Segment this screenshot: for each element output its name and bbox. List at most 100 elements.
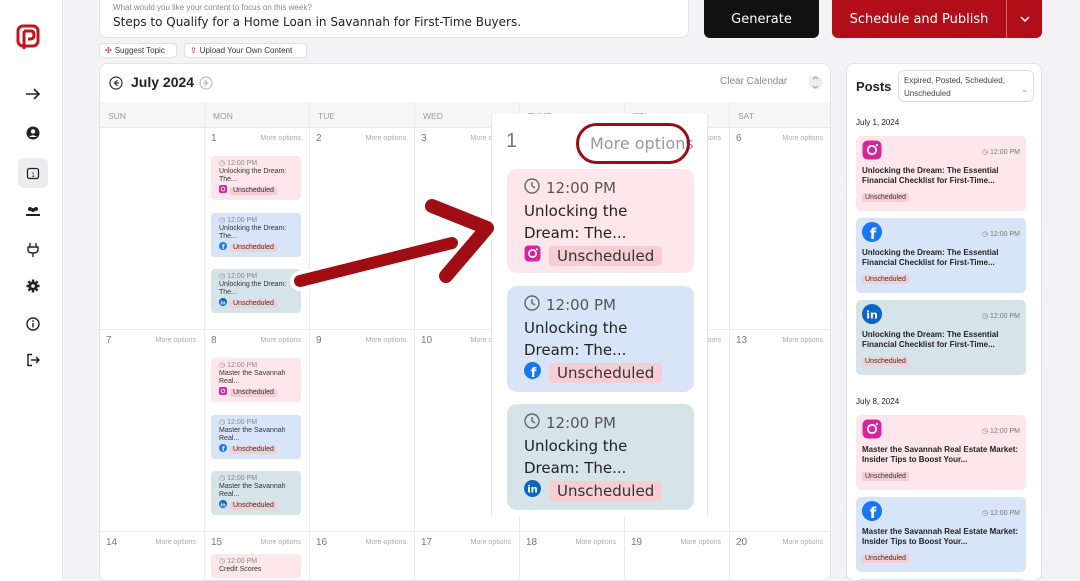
prompt-input[interactable]: Steps to Qualify for a Home Loan in Sava…: [113, 15, 675, 29]
post-card[interactable]: ◷ 12:00 PM Unlocking the Dream: The... fU…: [211, 213, 301, 257]
post-list-item[interactable]: f ◷ 12:00 PM Unlocking the Dream: The Esse…: [856, 218, 1026, 293]
gear-icon[interactable]: [21, 274, 45, 298]
clock-icon: ◷: [219, 160, 226, 167]
day-cell-20[interactable]: 20 More options: [730, 532, 830, 580]
left-sidebar: 1: [0, 0, 63, 581]
user-circle-icon[interactable]: [21, 121, 45, 145]
zoom-post-title-line2: Dream: The...: [524, 224, 627, 242]
more-options-link[interactable]: More options: [156, 539, 196, 546]
zoom-status-badge: Unscheduled: [549, 245, 663, 266]
more-options-link[interactable]: More options: [783, 135, 823, 142]
more-options-link[interactable]: More options: [783, 539, 823, 546]
more-options-link[interactable]: More options: [261, 337, 301, 344]
more-options-link[interactable]: More options: [156, 337, 196, 344]
chevron-down-icon[interactable]: [1007, 16, 1042, 22]
sparkle-icon: ✣: [105, 46, 112, 55]
zoom-post-card[interactable]: 12:00 PM Unlocking the Dream: The... Uns…: [507, 169, 694, 273]
day-cell-17[interactable]: 17 More options: [415, 532, 520, 580]
day-cell-2[interactable]: 2 More options: [310, 128, 415, 330]
svg-text:f: f: [222, 244, 225, 250]
more-options-link[interactable]: More options: [366, 135, 406, 142]
more-options-link[interactable]: More options: [681, 539, 721, 546]
prev-month-icon[interactable]: [109, 76, 123, 95]
day-cell-13[interactable]: 13 More options: [730, 330, 830, 532]
zoom-post-card[interactable]: 12:00 PM Unlocking the Dream: The... f Un…: [507, 286, 694, 392]
day-number: 19: [631, 537, 643, 548]
day-number: 3: [421, 133, 427, 144]
logo-icon[interactable]: [15, 24, 43, 57]
clear-calendar-button[interactable]: Clear Calendar: [720, 76, 787, 87]
post-time: 12:00 PM: [227, 273, 258, 280]
plug-icon[interactable]: [21, 238, 45, 262]
clock-icon: [524, 295, 540, 315]
day-cell-8[interactable]: 8 More options ◷ 12:00 PM Master the Sava…: [205, 330, 310, 532]
post-title: Unlocking the Dream: The...: [219, 225, 287, 240]
zoom-post-card[interactable]: 12:00 PM Unlocking the Dream: The... in U…: [507, 404, 694, 510]
next-month-icon[interactable]: [199, 76, 213, 95]
post-title: Credit Scores: [219, 566, 262, 573]
clock-icon: ◷: [219, 273, 226, 280]
info-icon[interactable]: [21, 312, 45, 336]
zoom-post-title-line2: Dream: The...: [524, 459, 627, 477]
post-card[interactable]: ◷ 12:00 PM Unlocking the Dream: The... in…: [211, 269, 301, 313]
more-options-link[interactable]: More options: [261, 539, 301, 546]
arrow-right-icon[interactable]: [21, 82, 45, 106]
day-cell-1[interactable]: 1 More options ◷ 12:00 PM Unlocking the D…: [205, 128, 310, 330]
day-cell-18[interactable]: 18 More options: [520, 532, 625, 580]
day-cell-15[interactable]: 15 More options ◷ 12:00 PM Credit Scores: [205, 532, 310, 580]
status-filter-select[interactable]: Expired, Posted, Scheduled, Unscheduled …: [898, 70, 1034, 102]
more-options-link[interactable]: More options: [261, 135, 301, 142]
post-list-item[interactable]: f ◷ 12:00 PM Master the Savannah Real Esta…: [856, 497, 1026, 572]
linkedin-icon: in: [862, 303, 882, 329]
post-card[interactable]: ◷ 12:00 PM Unlocking the Dream: The... Un…: [211, 156, 301, 200]
post-time: 12:00 PM: [990, 230, 1020, 238]
more-options-link[interactable]: More options: [576, 539, 616, 546]
day-number: 15: [211, 537, 223, 548]
generate-button[interactable]: Generate: [704, 0, 819, 38]
svg-text:f: f: [531, 366, 537, 379]
schedule-publish-button[interactable]: Schedule and Publish: [832, 0, 1042, 38]
expand-icon[interactable]: [808, 75, 823, 95]
more-options-link[interactable]: More options: [471, 539, 511, 546]
more-options-link[interactable]: More options: [366, 539, 406, 546]
post-card[interactable]: ◷ 12:00 PM Master the Savannah Real... Un…: [211, 358, 301, 402]
content-prompt[interactable]: What would you like your content to focu…: [99, 0, 689, 38]
calendar-header: July 2024 Clear Calendar: [100, 64, 830, 102]
post-card[interactable]: ◷ 12:00 PM Credit Scores: [211, 554, 301, 578]
clock-icon: ◷: [219, 419, 226, 426]
linkedin-icon: in: [219, 500, 227, 511]
team-icon[interactable]: [21, 200, 45, 224]
suggest-topic-button[interactable]: ✣ Suggest Topic: [99, 43, 177, 58]
zoom-status-badge: Unscheduled: [549, 480, 663, 501]
instagram-icon: [219, 387, 227, 398]
weekday-sat: SAT: [730, 102, 830, 128]
day-cell-7[interactable]: 7 More options: [100, 330, 205, 532]
day-cell-9[interactable]: 9 More options: [310, 330, 415, 532]
upload-content-button[interactable]: ⇪ Upload Your Own Content: [184, 43, 307, 58]
more-options-link[interactable]: More options: [783, 337, 823, 344]
day-cell-14[interactable]: 14 More options: [100, 532, 205, 580]
day-cell-6[interactable]: 6 More options: [730, 128, 830, 330]
facebook-icon: f: [862, 500, 882, 526]
day-number: 6: [736, 133, 742, 144]
weekday-tue: TUE: [310, 102, 415, 128]
post-list-item[interactable]: ◷ 12:00 PM Unlocking the Dream: The Essen…: [856, 136, 1026, 211]
post-title: Unlocking the Dream: The Essential Finan…: [862, 248, 999, 267]
status-badge: Unscheduled: [862, 357, 909, 366]
day-cell-19[interactable]: 19 More options: [625, 532, 730, 580]
post-list-item[interactable]: ◷ 12:00 PM Master the Savannah Real Estat…: [856, 415, 1026, 490]
post-card[interactable]: ◷ 12:00 PM Master the Savannah Real... in…: [211, 471, 301, 515]
day-number: 1: [211, 133, 217, 144]
clock-icon: [524, 413, 540, 433]
more-options-link[interactable]: More options: [366, 337, 406, 344]
zoom-post-title-line1: Unlocking the: [524, 202, 628, 220]
day-cell-16[interactable]: 16 More options: [310, 532, 415, 580]
post-card[interactable]: ◷ 12:00 PM Master the Savannah Real... fU…: [211, 415, 301, 459]
post-title: Master the Savannah Real...: [219, 427, 286, 442]
logout-icon[interactable]: [21, 348, 45, 372]
posts-panel: Posts Expired, Posted, Scheduled, Unsche…: [846, 63, 1042, 581]
day-number: 18: [526, 537, 538, 548]
calendar-icon[interactable]: 1: [18, 158, 48, 188]
post-list-item[interactable]: in ◷ 12:00 PM Unlocking the Dream: The Ess…: [856, 300, 1026, 375]
suggest-topic-label: Suggest Topic: [114, 46, 165, 55]
